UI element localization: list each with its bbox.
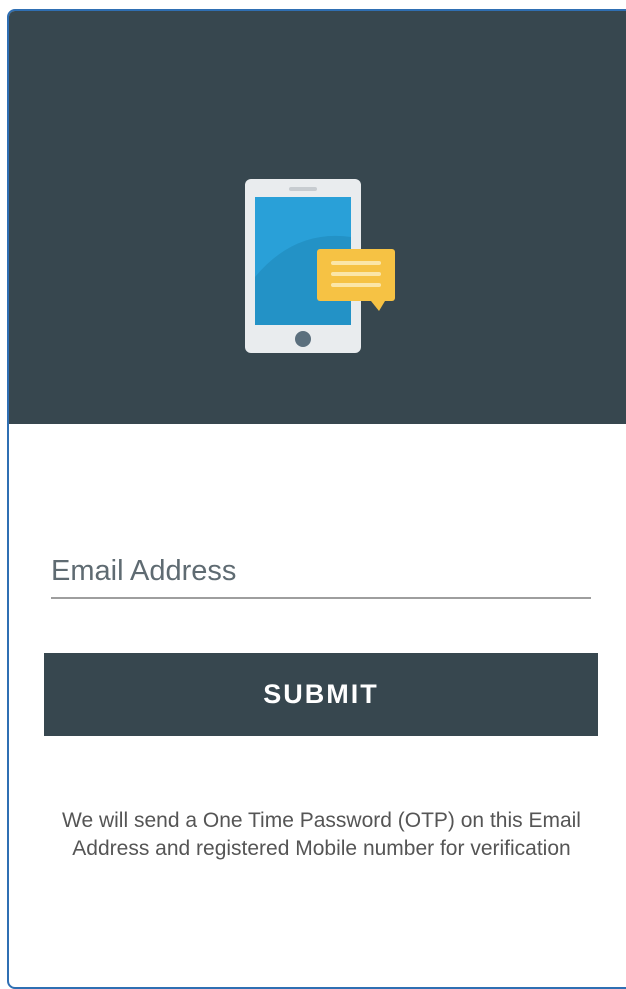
otp-info-text: We will send a One Time Password (OTP) o… [62,809,581,860]
submit-button[interactable]: SUBMIT [44,653,598,736]
email-form: SUBMIT We will send a One Time Password … [9,424,626,984]
header-banner [9,11,626,424]
phone-message-icon [245,179,395,353]
email-address-input[interactable] [51,549,591,599]
otp-card: SUBMIT We will send a One Time Password … [7,9,626,989]
